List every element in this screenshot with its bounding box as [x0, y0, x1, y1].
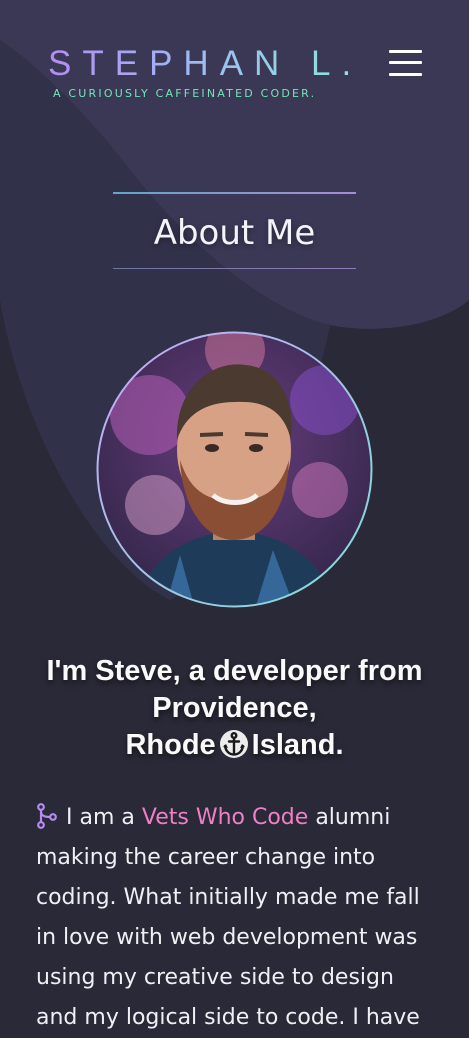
- menu-bar: [389, 73, 422, 76]
- site-header: STEPHAN L. A CURIOUSLY CAFFEINATED CODER…: [0, 0, 469, 120]
- brand-tagline: A CURIOUSLY CAFFEINATED CODER.: [53, 87, 317, 100]
- heading-divider-bottom: [113, 268, 356, 269]
- section-heading: About Me: [113, 192, 356, 272]
- anchor-icon: [218, 729, 250, 759]
- bio-paragraph: I am a Vets Who Code alumni making the c…: [36, 798, 441, 1038]
- avatar: [95, 330, 374, 609]
- bio-text: alumni making the career change into cod…: [36, 805, 420, 1030]
- intro-line: Providence,: [152, 692, 317, 724]
- intro-state-word: Island.: [251, 729, 344, 761]
- page-title: About Me: [153, 213, 316, 253]
- menu-bar: [389, 61, 422, 64]
- brand-name[interactable]: STEPHAN L.: [48, 44, 362, 84]
- brand[interactable]: STEPHAN L. A CURIOUSLY CAFFEINATED CODER…: [48, 44, 362, 100]
- heading-divider-top: [113, 192, 356, 194]
- menu-bar: [389, 50, 422, 53]
- bio-text: I am a: [66, 805, 135, 830]
- hamburger-menu-icon[interactable]: [389, 48, 422, 78]
- git-branch-icon: [36, 803, 58, 829]
- intro-heading: I'm Steve, a developer from Providence, …: [20, 653, 449, 764]
- intro-city-word: Rhode: [125, 729, 216, 761]
- vets-who-code-link[interactable]: Vets Who Code: [142, 805, 308, 830]
- intro-line: I'm Steve, a developer from: [46, 655, 423, 687]
